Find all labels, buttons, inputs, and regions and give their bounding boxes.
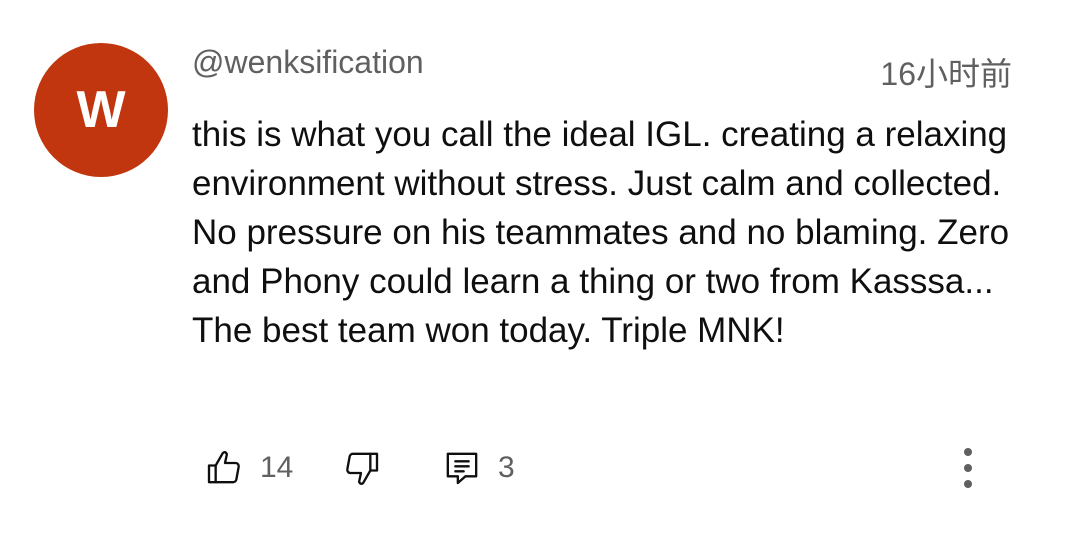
dislike-button[interactable]	[342, 444, 382, 492]
more-vertical-icon	[958, 444, 978, 492]
comment-text: this is what you call the ideal IGL. cre…	[192, 115, 1010, 350]
reply-count: 3	[498, 451, 515, 484]
reply-button[interactable]: 3	[442, 444, 515, 492]
more-options-button[interactable]	[948, 444, 988, 492]
thumb-up-icon	[204, 448, 244, 488]
comment-author[interactable]: @wenksification	[192, 42, 424, 82]
thumb-down-icon	[342, 448, 382, 488]
comment-actions: 14 3	[200, 444, 1020, 492]
avatar[interactable]: W	[34, 43, 168, 177]
avatar-letter: W	[76, 81, 126, 139]
like-count: 14	[260, 451, 294, 484]
like-button[interactable]: 14	[204, 444, 293, 492]
comment-timestamp: 16小时前	[880, 56, 1012, 92]
comment-icon	[442, 448, 482, 488]
